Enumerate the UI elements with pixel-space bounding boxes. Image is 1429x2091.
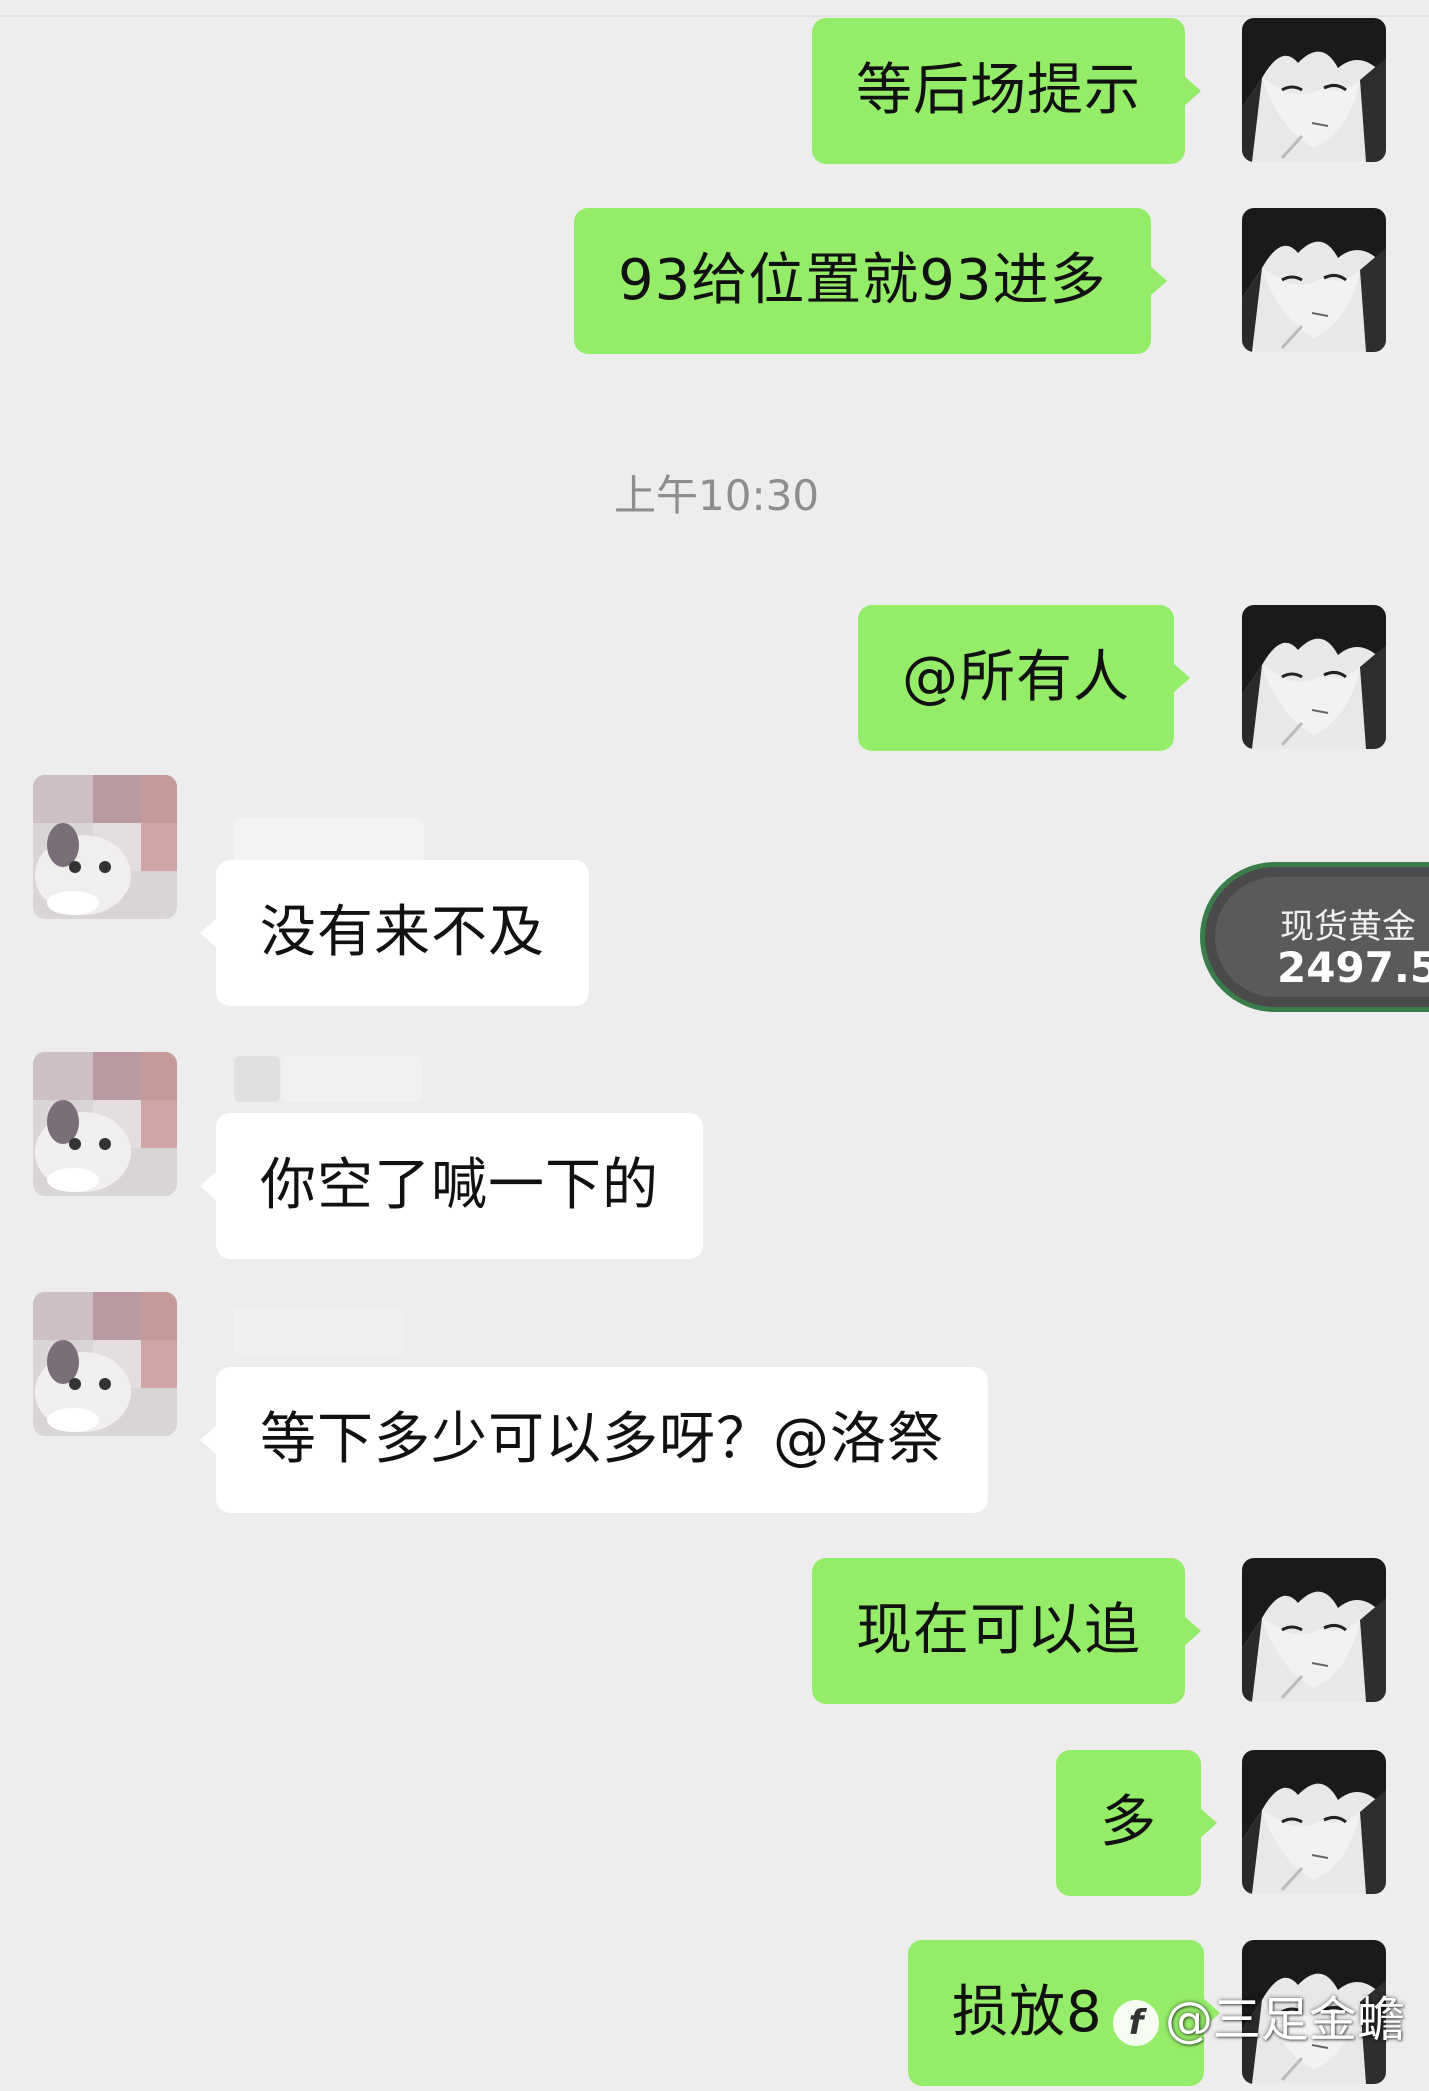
watermark-text: @三足金蟾	[1165, 1992, 1406, 2048]
watermark: f @三足金蟾	[1113, 1980, 1405, 2050]
message-bubble-self[interactable]: 等后场提示	[812, 18, 1201, 164]
sender-name-blurred	[234, 1308, 404, 1354]
gold-price-widget[interactable]: 现货黄金 2497.59	[1200, 862, 1429, 1012]
message-text: 等后场提示	[856, 58, 1141, 123]
message-text: 你空了喊一下的	[260, 1153, 659, 1218]
sender-name-blurred	[282, 1056, 422, 1102]
sender-name-blurred	[234, 818, 424, 864]
platform-logo-icon: f	[1113, 2000, 1159, 2046]
sender-name-blurred	[234, 1056, 280, 1102]
message-text: 多	[1100, 1790, 1157, 1855]
message-text: 现在可以追	[856, 1598, 1141, 1663]
gold-widget-price: 2497.59	[1277, 943, 1429, 992]
message-bubble-self[interactable]: @所有人	[858, 605, 1190, 751]
message-bubble-self[interactable]: 现在可以追	[812, 1558, 1201, 1704]
top-divider	[0, 15, 1429, 17]
message-bubble-self[interactable]: 93给位置就93进多	[574, 208, 1167, 354]
self-avatar[interactable]	[1242, 1750, 1386, 1894]
message-text: 损放8	[952, 1980, 1103, 2045]
contact-avatar[interactable]	[33, 775, 177, 919]
message-text: @所有人	[902, 645, 1130, 710]
self-avatar[interactable]	[1242, 208, 1386, 352]
message-bubble-other[interactable]: 没有来不及	[200, 860, 589, 1006]
self-avatar[interactable]	[1242, 1558, 1386, 1702]
self-avatar[interactable]	[1242, 605, 1386, 749]
contact-avatar[interactable]	[33, 1292, 177, 1436]
message-bubble-other[interactable]: 你空了喊一下的	[200, 1113, 703, 1259]
gold-widget-label: 现货黄金	[1280, 907, 1416, 947]
message-timestamp: 上午10:30	[614, 471, 820, 520]
message-bubble-other[interactable]: 等下多少可以多呀？@洛祭	[200, 1367, 988, 1513]
message-text: 没有来不及	[260, 900, 545, 965]
message-text: 93给位置就93进多	[618, 248, 1107, 313]
self-avatar[interactable]	[1242, 18, 1386, 162]
message-text: 等下多少可以多呀？@洛祭	[260, 1407, 944, 1472]
message-bubble-self[interactable]: 多	[1056, 1750, 1217, 1896]
contact-avatar[interactable]	[33, 1052, 177, 1196]
